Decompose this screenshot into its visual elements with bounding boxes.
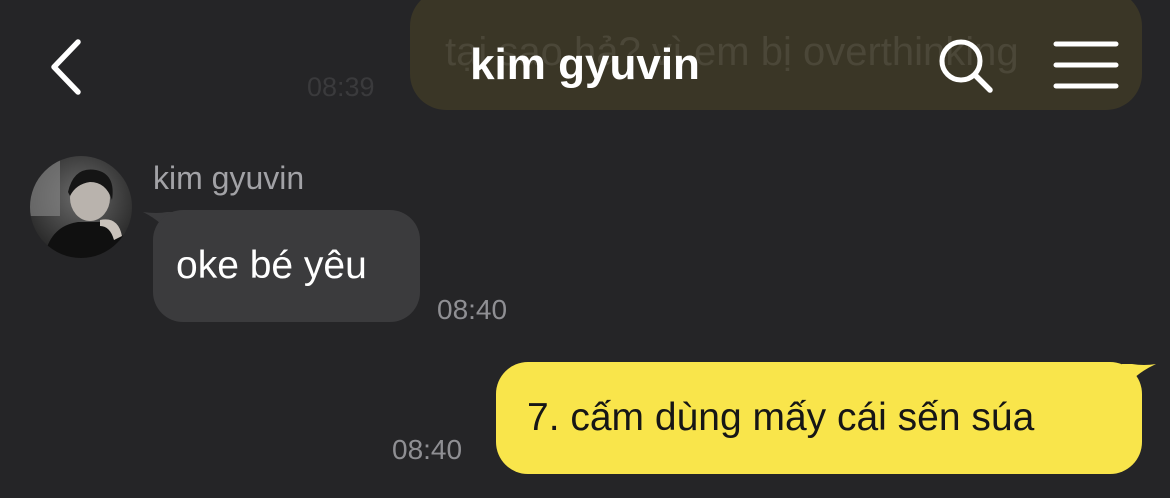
incoming-message-time: 08:40 [437,294,508,325]
sender-name: kim gyuvin [153,160,305,196]
search-icon[interactable] [934,34,996,96]
outgoing-message-text: 7. cấm dùng mấy cái sến súa [527,396,1035,439]
hamburger-menu-icon[interactable] [1052,38,1120,92]
outgoing-message-time: 08:40 [392,434,463,465]
chevron-left-icon[interactable] [44,36,88,98]
previous-message-text: tại sao hả? vì em bị overthinking [445,30,1019,74]
previous-message-time: 08:39 [307,72,375,102]
avatar[interactable] [30,156,132,258]
incoming-message-text: oke bé yêu [176,244,367,287]
